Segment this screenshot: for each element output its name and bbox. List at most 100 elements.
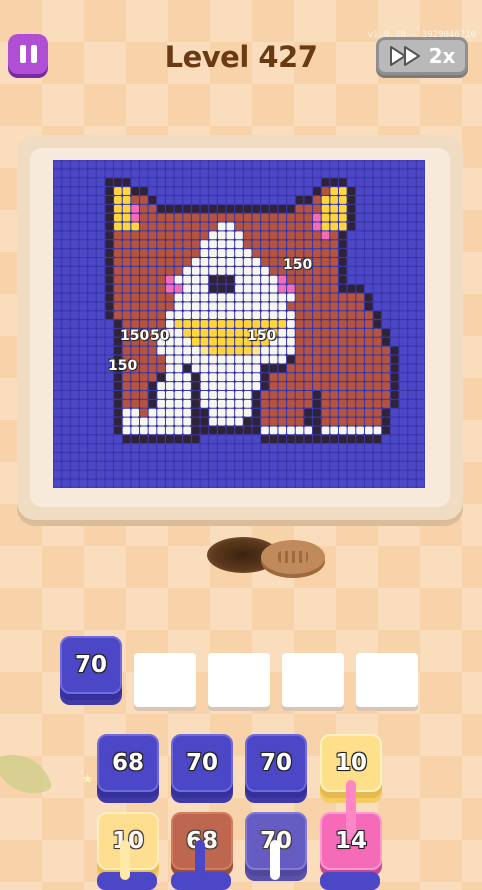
pixel-cell — [295, 435, 304, 444]
pixel-cell — [140, 461, 148, 470]
speed-button[interactable]: 2x — [376, 37, 468, 75]
pixel-cell — [313, 382, 321, 390]
pixel-cell — [287, 453, 295, 461]
pixel-cell — [165, 453, 174, 461]
pixel-cell — [356, 178, 364, 187]
slot-active-tile[interactable]: 70 — [60, 636, 122, 694]
pixel-cell — [122, 222, 131, 231]
pixel-cell — [183, 470, 191, 479]
pixel-cell — [174, 249, 183, 258]
pixel-cell — [140, 195, 148, 204]
pixel-cell — [70, 311, 79, 320]
pixel-cell — [79, 266, 88, 275]
pixel-cell — [53, 461, 62, 470]
pixel-cell — [209, 444, 217, 453]
pixel-cell — [252, 399, 261, 408]
pixel-cell — [105, 302, 114, 311]
pixel-cell — [200, 426, 209, 435]
pixel-cell — [79, 461, 88, 470]
pixel-cell — [356, 169, 364, 178]
pixel-cell — [304, 284, 313, 293]
pixel-cell — [209, 461, 217, 470]
pixel-cell — [174, 284, 183, 293]
pixel-cell — [261, 213, 269, 222]
pixel-cell — [217, 417, 226, 426]
pixel-cell — [408, 169, 416, 178]
pixel-cell — [165, 320, 174, 328]
pixel-cell — [157, 444, 165, 453]
pixel-cell — [252, 178, 261, 187]
pixel-cell — [200, 240, 209, 249]
pixel-cell — [114, 435, 122, 444]
pixel-cell — [330, 453, 338, 461]
pixel-cell — [408, 293, 416, 302]
pixel-cell — [235, 275, 243, 284]
pixel-cell — [390, 399, 399, 408]
pixel-cell — [330, 408, 338, 417]
pixel-cell — [243, 355, 252, 364]
pixel-cell — [131, 346, 140, 355]
pixel-cell — [347, 346, 356, 355]
pixel-cell — [105, 187, 114, 195]
pixel-cell — [347, 187, 356, 195]
pixel-cell — [373, 390, 382, 399]
pixel-cell — [62, 284, 70, 293]
pixel-cell — [174, 426, 183, 435]
pixel-cell — [88, 258, 96, 266]
pixel-cell — [321, 195, 330, 204]
pixel-cell — [122, 187, 131, 195]
pixel-cell — [148, 320, 157, 328]
pixel-cell — [321, 373, 330, 382]
pixel-cell — [261, 284, 269, 293]
pixel-cell — [235, 160, 243, 169]
pixel-cell — [347, 284, 356, 293]
pixel-cell — [96, 328, 105, 337]
pixel-cell — [364, 320, 373, 328]
pixel-cell — [209, 222, 217, 231]
pixel-cell — [105, 204, 114, 213]
pixel-cell — [88, 275, 96, 284]
pixel-cell — [338, 302, 347, 311]
pixel-cell — [390, 390, 399, 399]
pixel-cell — [174, 399, 183, 408]
pixel-cell — [364, 346, 373, 355]
pixel-cell — [191, 169, 200, 178]
pixel-cell — [174, 204, 183, 213]
pixel-cell — [131, 178, 140, 187]
pixel-cell — [243, 187, 252, 195]
pixel-cell — [382, 213, 390, 222]
pixel-cell — [373, 320, 382, 328]
pixel-cell — [114, 453, 122, 461]
pixel-cell — [261, 302, 269, 311]
pixel-cell — [96, 169, 105, 178]
pixel-cell — [416, 231, 425, 240]
pixel-cell — [356, 364, 364, 373]
pixel-cell — [140, 213, 148, 222]
pixel-cell — [53, 187, 62, 195]
pixel-cell — [183, 453, 191, 461]
pixel-cell — [226, 435, 235, 444]
queue-tile[interactable]: 70 — [245, 734, 307, 792]
pixel-cell — [165, 231, 174, 240]
pixel-cell — [209, 293, 217, 302]
pixel-cell — [131, 195, 140, 204]
pixel-cell — [53, 169, 62, 178]
pixel-cell — [269, 160, 278, 169]
pixel-cell — [88, 470, 96, 479]
pixel-cell — [235, 240, 243, 249]
pixel-cell — [88, 213, 96, 222]
pixel-cell — [313, 231, 321, 240]
pixel-cell — [183, 426, 191, 435]
pixel-cell — [278, 435, 287, 444]
pixel-cell — [217, 266, 226, 275]
queue-tile[interactable]: 70 — [171, 734, 233, 792]
pixel-cell — [399, 461, 408, 470]
pixel-cell — [226, 240, 235, 249]
pixel-cell — [408, 444, 416, 453]
pixel-cell — [269, 311, 278, 320]
pixel-cell — [382, 435, 390, 444]
pixel-cell — [373, 195, 382, 204]
pixel-cell — [226, 302, 235, 311]
pixel-cell — [408, 373, 416, 382]
queue-tile[interactable]: 68 — [97, 734, 159, 792]
